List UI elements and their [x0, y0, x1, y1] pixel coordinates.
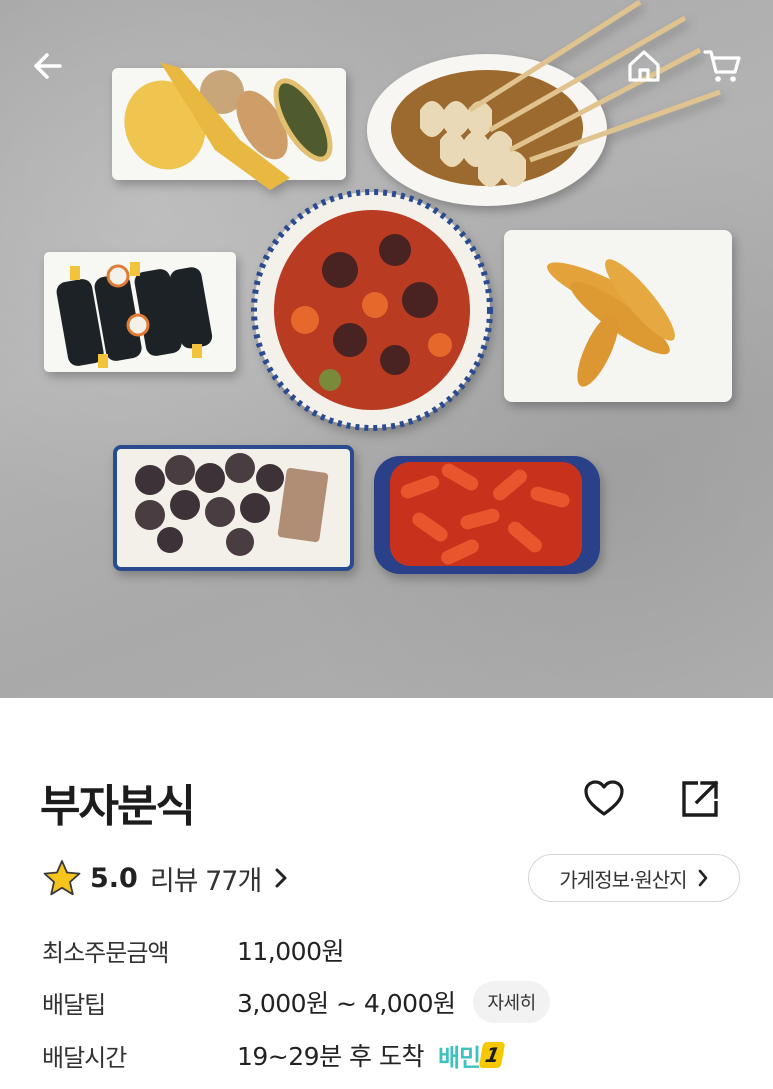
store-info-origin-button[interactable]: 가게정보·원산지 — [528, 854, 740, 902]
delivery-time-value: 19~29분 후 도착 — [237, 1042, 424, 1071]
sundae-plate — [113, 445, 354, 571]
min-order-value: 11,000원 — [237, 937, 344, 966]
min-order-row: 최소주문금액 11,000원 — [42, 930, 344, 970]
delivery-tip-row: 배달팁 3,000원 ~ 4,000원 자세히 — [42, 981, 550, 1023]
hero-food-photo — [0, 0, 773, 698]
kimbap-plate — [44, 252, 236, 372]
tteokbokki-dish — [374, 456, 600, 574]
star-icon — [43, 860, 81, 896]
review-count: 리뷰 77개 — [149, 865, 262, 897]
favorite-button[interactable] — [580, 775, 628, 823]
cart-button[interactable] — [700, 44, 744, 88]
delivery-time-label: 배달시간 — [42, 1043, 127, 1072]
braised-dish-plate — [251, 189, 493, 431]
fishcake-bowl — [367, 0, 721, 206]
back-button[interactable] — [26, 44, 70, 88]
store-info-origin-label: 가게정보·원산지 — [559, 867, 687, 892]
fried-shrimp-plate — [504, 230, 732, 402]
food-spread-image — [44, 0, 732, 574]
delivery-tip-detail-button[interactable]: 자세히 — [473, 981, 550, 1023]
chevron-right-icon — [273, 866, 289, 890]
share-button[interactable] — [676, 775, 724, 823]
cart-icon — [703, 50, 741, 82]
baemin1-badge-text: 배민 — [437, 1043, 481, 1072]
chevron-right-icon — [698, 869, 707, 887]
delivery-tip-value: 3,000원 ~ 4,000원 — [237, 989, 456, 1018]
rating-reviews-link[interactable]: 5.0 리뷰 77개 — [42, 856, 289, 900]
home-icon — [628, 50, 660, 82]
baemin1-badge-number: 1 — [478, 1042, 506, 1068]
delivery-time-row: 배달시간 19~29분 후 도착 배민 1 — [42, 1035, 506, 1075]
delivery-tip-label: 배달팁 — [42, 990, 106, 1019]
min-order-label: 최소주문금액 — [42, 938, 169, 967]
arrow-left-icon — [34, 53, 62, 79]
baemin1-badge: 배민 1 — [437, 1038, 506, 1073]
heart-icon — [584, 780, 624, 816]
rating-value: 5.0 — [90, 862, 138, 894]
home-button[interactable] — [622, 44, 666, 88]
store-name: 부자분식 — [40, 781, 196, 832]
share-icon — [682, 780, 719, 817]
fried-items-plate — [112, 62, 346, 190]
